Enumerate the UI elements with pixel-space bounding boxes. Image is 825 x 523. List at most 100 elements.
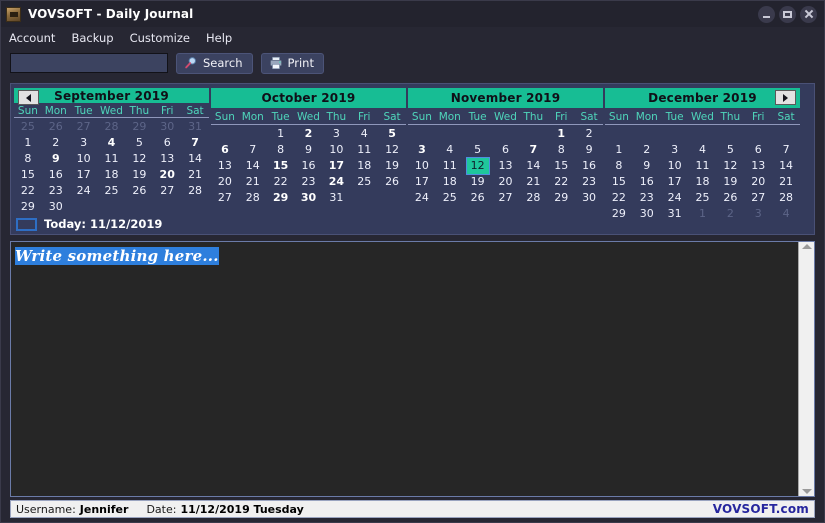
calendar-day[interactable]: 12 bbox=[125, 151, 153, 167]
calendar-day[interactable]: 4 bbox=[350, 126, 378, 142]
calendar-day[interactable]: 7 bbox=[181, 135, 209, 151]
calendar-day[interactable]: 12 bbox=[378, 142, 406, 158]
calendar-day[interactable]: 5 bbox=[125, 135, 153, 151]
calendar-day[interactable]: 13 bbox=[211, 158, 239, 174]
calendar-day[interactable]: 8 bbox=[267, 142, 295, 158]
calendar-day[interactable]: 15 bbox=[14, 167, 42, 183]
calendar-day[interactable]: 4 bbox=[436, 142, 464, 158]
calendar-day[interactable]: 24 bbox=[70, 183, 98, 199]
calendar-day[interactable]: 17 bbox=[408, 174, 436, 190]
calendar-day[interactable]: 23 bbox=[633, 190, 661, 206]
calendar-day[interactable]: 21 bbox=[519, 174, 547, 190]
prev-month-button[interactable] bbox=[18, 90, 39, 105]
print-button[interactable]: Print bbox=[260, 52, 324, 74]
calendar-day[interactable]: 5 bbox=[378, 126, 406, 142]
calendar-day[interactable]: 5 bbox=[464, 142, 492, 158]
calendar-day[interactable]: 18 bbox=[98, 167, 126, 183]
calendar-day[interactable]: 23 bbox=[295, 174, 323, 190]
editor-scrollbar[interactable] bbox=[798, 242, 814, 496]
calendar-day[interactable]: 2 bbox=[295, 126, 323, 142]
calendar-day[interactable]: 13 bbox=[492, 158, 520, 174]
calendar-day[interactable]: 19 bbox=[378, 158, 406, 174]
calendar-day[interactable]: 6 bbox=[492, 142, 520, 158]
calendar-day[interactable]: 8 bbox=[605, 158, 633, 174]
chevron-up-icon[interactable] bbox=[801, 244, 812, 249]
calendar-day[interactable]: 22 bbox=[547, 174, 575, 190]
calendar-day[interactable]: 8 bbox=[14, 151, 42, 167]
calendar-day[interactable]: 25 bbox=[689, 190, 717, 206]
calendar-day[interactable]: 9 bbox=[633, 158, 661, 174]
calendar-day-selected[interactable]: 12 bbox=[465, 157, 490, 175]
calendar-day[interactable]: 19 bbox=[125, 167, 153, 183]
calendar-day[interactable]: 26 bbox=[125, 183, 153, 199]
maximize-icon[interactable] bbox=[779, 5, 796, 23]
minimize-icon[interactable] bbox=[758, 5, 775, 23]
calendar-day[interactable]: 18 bbox=[350, 158, 378, 174]
calendar-day[interactable]: 30 bbox=[633, 206, 661, 222]
calendar-day[interactable]: 10 bbox=[408, 158, 436, 174]
calendar-day[interactable]: 21 bbox=[181, 167, 209, 183]
calendar-day[interactable]: 17 bbox=[70, 167, 98, 183]
calendar-day[interactable]: 27 bbox=[492, 190, 520, 206]
calendar-day[interactable]: 20 bbox=[744, 174, 772, 190]
search-input[interactable] bbox=[10, 53, 168, 73]
calendar-day[interactable]: 11 bbox=[98, 151, 126, 167]
calendar-day[interactable]: 22 bbox=[267, 174, 295, 190]
calendar-day[interactable]: 13 bbox=[744, 158, 772, 174]
calendar-day[interactable]: 9 bbox=[575, 142, 603, 158]
calendar-day[interactable]: 17 bbox=[661, 174, 689, 190]
menu-item-customize[interactable]: Customize bbox=[130, 31, 190, 45]
calendar-day[interactable]: 5 bbox=[716, 142, 744, 158]
search-button[interactable]: Search bbox=[176, 52, 253, 74]
calendar-day[interactable]: 14 bbox=[239, 158, 267, 174]
calendar-day[interactable]: 9 bbox=[295, 142, 323, 158]
calendar-day[interactable]: 26 bbox=[716, 190, 744, 206]
calendar-day[interactable]: 20 bbox=[153, 167, 181, 183]
calendar-day[interactable]: 12 bbox=[716, 158, 744, 174]
calendar-day[interactable]: 6 bbox=[744, 142, 772, 158]
calendar-day[interactable]: 7 bbox=[519, 142, 547, 158]
calendar-day[interactable]: 29 bbox=[605, 206, 633, 222]
calendar-day[interactable]: 10 bbox=[70, 151, 98, 167]
calendar-day[interactable]: 20 bbox=[211, 174, 239, 190]
next-month-button[interactable] bbox=[775, 90, 796, 105]
calendar-day[interactable]: 15 bbox=[547, 158, 575, 174]
calendar-day[interactable]: 9 bbox=[42, 151, 70, 167]
calendar-day[interactable]: 4 bbox=[98, 135, 126, 151]
calendar-day[interactable]: 18 bbox=[689, 174, 717, 190]
calendar-day[interactable]: 25 bbox=[14, 119, 42, 135]
calendar-day[interactable]: 26 bbox=[464, 190, 492, 206]
calendar-day[interactable]: 30 bbox=[575, 190, 603, 206]
calendar-day[interactable]: 4 bbox=[689, 142, 717, 158]
calendar-day[interactable]: 25 bbox=[436, 190, 464, 206]
menu-item-help[interactable]: Help bbox=[206, 31, 232, 45]
calendar-day[interactable]: 29 bbox=[125, 119, 153, 135]
calendar-day[interactable]: 1 bbox=[689, 206, 717, 222]
calendar-day[interactable]: 28 bbox=[519, 190, 547, 206]
calendar-day[interactable]: 29 bbox=[267, 190, 295, 206]
calendar-day[interactable]: 20 bbox=[492, 174, 520, 190]
calendar-day[interactable]: 3 bbox=[661, 142, 689, 158]
calendar-day[interactable]: 3 bbox=[744, 206, 772, 222]
calendar-day[interactable]: 21 bbox=[239, 174, 267, 190]
calendar-day[interactable]: 17 bbox=[322, 158, 350, 174]
calendar-day[interactable]: 30 bbox=[295, 190, 323, 206]
calendar-day[interactable]: 4 bbox=[772, 206, 800, 222]
calendar-day[interactable]: 1 bbox=[547, 126, 575, 142]
calendar-day[interactable]: 31 bbox=[661, 206, 689, 222]
calendar-day[interactable]: 19 bbox=[716, 174, 744, 190]
calendar-day[interactable]: 2 bbox=[42, 135, 70, 151]
calendar-day[interactable]: 3 bbox=[70, 135, 98, 151]
calendar-day[interactable]: 2 bbox=[633, 142, 661, 158]
calendar-day[interactable]: 16 bbox=[295, 158, 323, 174]
menu-item-backup[interactable]: Backup bbox=[71, 31, 113, 45]
calendar-day[interactable]: 7 bbox=[239, 142, 267, 158]
calendar-day[interactable]: 31 bbox=[181, 119, 209, 135]
calendar-day[interactable]: 16 bbox=[633, 174, 661, 190]
chevron-down-icon[interactable] bbox=[801, 489, 812, 494]
calendar-day[interactable]: 26 bbox=[42, 119, 70, 135]
calendar-day[interactable]: 6 bbox=[211, 142, 239, 158]
calendar-day[interactable]: 28 bbox=[239, 190, 267, 206]
calendar-day[interactable]: 2 bbox=[716, 206, 744, 222]
calendar-day[interactable]: 30 bbox=[42, 199, 70, 215]
